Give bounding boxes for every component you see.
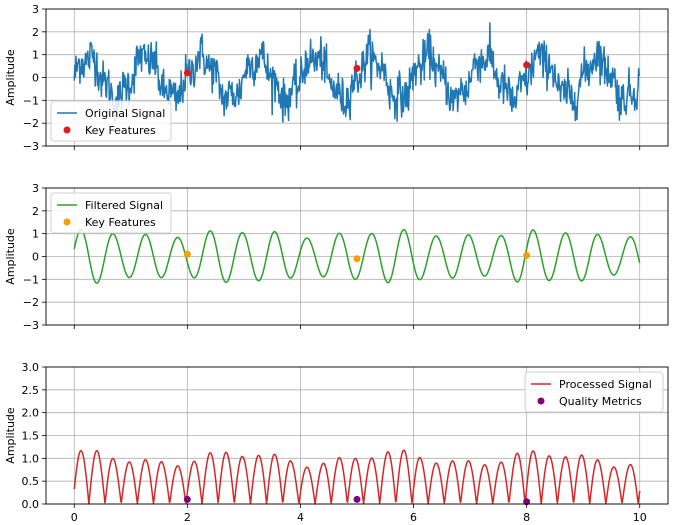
y-tick-label: 1.0: [22, 452, 40, 465]
marker-point: [183, 250, 191, 258]
legend-label-original-signal: Original Signal: [85, 107, 165, 120]
tick-labels: −3 −2 −1 0 1 2 3: [23, 182, 39, 332]
legend-label-key-features: Key Features: [85, 124, 156, 137]
x-tick-label: 6: [410, 511, 417, 524]
y-tick-label: 1.5: [22, 430, 40, 443]
tick-labels: −3 −2 −1 0 1 2 3: [23, 3, 39, 153]
marker-point: [183, 495, 191, 503]
legend: Processed Signal Quality Metrics: [524, 371, 664, 413]
y-tick-label: 1: [32, 228, 39, 241]
legend-label-processed-signal: Processed Signal: [559, 378, 652, 391]
marker-point: [523, 251, 531, 259]
y-axis-label: Amplitude: [4, 407, 17, 464]
legend-label-quality-metrics: Quality Metrics: [559, 395, 642, 408]
marker-point: [353, 495, 361, 503]
original-signal-panel: −3 −2 −1 0 1 2 3 Amplitude Original Signal Key…: [4, 3, 669, 153]
legend-marker-swatch: [63, 218, 71, 226]
y-tick-label: 2.5: [22, 384, 40, 397]
x-tick-label: 4: [297, 511, 304, 524]
y-tick-label: −1: [23, 273, 39, 286]
x-tick-label: 2: [184, 511, 191, 524]
y-tick-label: 0.5: [22, 475, 40, 488]
figure: −3 −2 −1 0 1 2 3 Amplitude Original Signal Key…: [4, 3, 669, 524]
x-tick-label: 10: [633, 511, 647, 524]
y-tick-label: −2: [23, 296, 39, 309]
x-tick-label: 8: [523, 511, 530, 524]
legend-label-filtered-signal: Filtered Signal: [85, 199, 163, 212]
y-tick-label: 2: [32, 26, 39, 39]
marker-point: [353, 64, 361, 72]
filtered-signal-panel: −3 −2 −1 0 1 2 3 Amplitude Filtered Signal Key…: [4, 182, 669, 332]
y-tick-label: 3.0: [22, 361, 40, 374]
y-axis-label: Amplitude: [4, 228, 17, 285]
x-tick-label: 0: [71, 511, 78, 524]
y-tick-label: −3: [23, 319, 39, 332]
processed-signal-panel: 0.0 0.5 1.0 1.5 2.0 2.5 3.0 0 2 4 6 8 10 Amplitude P…: [4, 361, 669, 524]
y-tick-label: 0: [32, 251, 39, 264]
y-tick-label: −1: [23, 94, 39, 107]
marker-point: [523, 61, 531, 69]
y-tick-label: −3: [23, 140, 39, 153]
legend: Original Signal Key Features: [50, 100, 172, 142]
y-tick-label: 0.0: [22, 498, 40, 511]
y-tick-label: 3: [32, 3, 39, 16]
legend-marker-swatch: [537, 397, 545, 405]
y-tick-label: 3: [32, 182, 39, 195]
y-tick-label: 1: [32, 49, 39, 62]
y-tick-label: 2.0: [22, 407, 40, 420]
legend: Filtered Signal Key Features: [50, 192, 172, 234]
y-tick-label: 2: [32, 205, 39, 218]
y-tick-label: −2: [23, 117, 39, 130]
legend-marker-swatch: [63, 126, 71, 134]
marker-point: [183, 69, 191, 77]
y-tick-label: 0: [32, 72, 39, 85]
y-axis-label: Amplitude: [4, 49, 17, 106]
marker-point: [353, 255, 361, 263]
legend-label-key-features: Key Features: [85, 216, 156, 229]
